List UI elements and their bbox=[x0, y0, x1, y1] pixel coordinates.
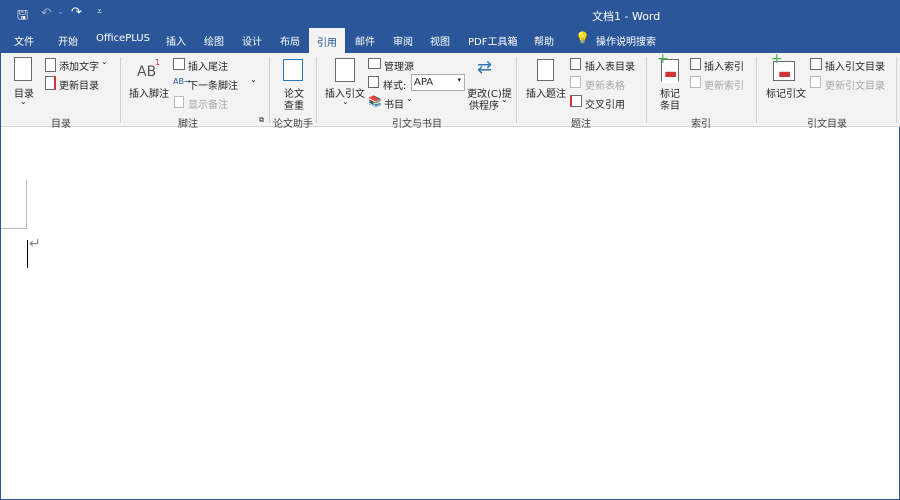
divider bbox=[646, 57, 647, 123]
mark-citation-button[interactable]: 标记引文 bbox=[766, 85, 806, 100]
divider bbox=[896, 57, 897, 123]
plus-icon: + bbox=[657, 51, 669, 67]
insert-caption-button[interactable]: 插入题注 bbox=[526, 85, 566, 100]
tab-help[interactable]: 帮助 bbox=[534, 33, 554, 48]
chevron-down-icon: ⌄ bbox=[406, 94, 413, 103]
paper-check-line2[interactable]: 查重 bbox=[284, 97, 304, 112]
tab-draw[interactable]: 绘图 bbox=[204, 33, 224, 48]
update-toc-icon bbox=[45, 76, 56, 90]
tab-review[interactable]: 审阅 bbox=[393, 33, 413, 48]
paper-check-icon bbox=[283, 59, 303, 81]
margin-mark bbox=[1, 228, 27, 229]
window-title: 文档1 - Word bbox=[592, 10, 661, 23]
add-text-icon bbox=[45, 58, 56, 72]
insert-caption-icon bbox=[537, 59, 554, 81]
style-value: APA bbox=[414, 77, 434, 88]
style-select[interactable]: APA ▾ bbox=[411, 74, 465, 91]
tell-me-search[interactable]: 操作说明搜索 bbox=[596, 33, 656, 48]
margin-mark bbox=[26, 180, 27, 228]
manage-sources-icon bbox=[368, 58, 381, 69]
tab-view[interactable]: 视图 bbox=[430, 33, 450, 48]
tab-file[interactable]: 文件 bbox=[14, 33, 34, 48]
style-icon bbox=[368, 76, 379, 88]
insert-endnote-button[interactable]: 插入尾注 bbox=[188, 58, 228, 73]
add-text-button[interactable]: 添加文字 bbox=[59, 58, 99, 73]
insert-index-button[interactable]: 插入索引 bbox=[704, 58, 744, 73]
divider bbox=[516, 57, 517, 123]
show-notes-button[interactable]: 显示备注 bbox=[188, 96, 228, 111]
undo-icon[interactable]: ↶ bbox=[41, 6, 52, 21]
update-index-button[interactable]: 更新索引 bbox=[704, 77, 744, 92]
update-toa-icon bbox=[810, 76, 821, 88]
tab-home[interactable]: 开始 bbox=[58, 33, 78, 48]
chevron-down-icon: ⌄ bbox=[342, 97, 349, 106]
change-provider-line2[interactable]: 供程序 bbox=[469, 97, 499, 112]
plus-icon: + bbox=[771, 51, 783, 67]
insert-citation-icon bbox=[335, 58, 355, 82]
footnote-superscript: 1 bbox=[155, 58, 161, 67]
lightbulb-icon: 💡 bbox=[575, 31, 590, 45]
update-index-icon bbox=[690, 76, 701, 88]
chevron-down-icon: ⌄ bbox=[20, 97, 27, 106]
redo-icon[interactable]: ↷ bbox=[71, 5, 82, 20]
tab-design[interactable]: 设计 bbox=[242, 33, 262, 48]
dialog-launcher-icon[interactable]: ⧉ bbox=[259, 116, 264, 125]
divider bbox=[756, 57, 757, 123]
cross-reference-button[interactable]: 交叉引用 bbox=[585, 96, 625, 111]
tab-layout[interactable]: 布局 bbox=[280, 33, 300, 48]
change-provider-icon: ⇄ bbox=[477, 57, 493, 78]
save-icon[interactable]: 🖫 bbox=[17, 6, 28, 28]
insert-table-of-figures-button[interactable]: 插入表目录 bbox=[585, 58, 635, 73]
bibliography-button[interactable]: 书目 bbox=[384, 96, 404, 111]
insert-tof-icon bbox=[570, 58, 581, 70]
insert-index-icon bbox=[690, 58, 701, 70]
ribbon-tabs: 文件 开始 OfficePLUS 插入 绘图 设计 布局 引用 邮件 审阅 视图… bbox=[1, 28, 900, 53]
tab-references[interactable]: 引用 bbox=[309, 28, 345, 53]
tab-mailings[interactable]: 邮件 bbox=[355, 33, 375, 48]
update-table-icon bbox=[570, 76, 581, 88]
paragraph-mark-icon: ↵ bbox=[29, 236, 41, 252]
insert-toa-icon bbox=[810, 58, 822, 70]
insert-footnote-icon: AB bbox=[137, 64, 157, 80]
bibliography-icon: 📚 bbox=[368, 95, 382, 108]
show-notes-icon bbox=[174, 96, 184, 108]
chevron-down-icon[interactable]: ⌄ bbox=[250, 75, 257, 84]
next-footnote-button[interactable]: 下一条脚注 bbox=[188, 77, 238, 92]
insert-footnote-button[interactable]: 插入脚注 bbox=[129, 85, 169, 100]
style-label: 样式: bbox=[383, 81, 407, 92]
title-bar: 🖫 ↶ ⌄ ↷ ⩡ 文档1 - Word bbox=[1, 1, 900, 28]
undo-dropdown-icon[interactable]: ⌄ bbox=[57, 7, 64, 16]
divider bbox=[120, 57, 121, 123]
update-toc-button[interactable]: 更新目录 bbox=[59, 77, 99, 92]
divider bbox=[269, 57, 270, 123]
tab-officeplus[interactable]: OfficePLUS bbox=[96, 33, 150, 44]
insert-endnote-icon bbox=[173, 58, 185, 70]
document-canvas[interactable]: ↵ bbox=[1, 128, 899, 499]
divider bbox=[316, 57, 317, 123]
customize-icon[interactable]: ⩡ bbox=[97, 7, 102, 17]
chevron-down-icon: ⌄ bbox=[101, 57, 108, 66]
chevron-down-icon: ⌄ bbox=[501, 95, 508, 104]
cross-reference-icon bbox=[570, 95, 582, 107]
manage-sources-button[interactable]: 管理源 bbox=[384, 58, 414, 73]
insert-toa-button[interactable]: 插入引文目录 bbox=[825, 58, 885, 73]
tab-insert[interactable]: 插入 bbox=[166, 33, 186, 48]
mark-entry-line2[interactable]: 条目 bbox=[660, 97, 680, 112]
tab-pdf-tools[interactable]: PDF工具箱 bbox=[468, 33, 517, 48]
update-table-button[interactable]: 更新表格 bbox=[585, 77, 625, 92]
text-cursor bbox=[27, 240, 28, 268]
toc-icon bbox=[14, 57, 32, 81]
dropdown-arrow-icon: ▾ bbox=[457, 76, 461, 84]
ribbon: 目录 ⌄ 添加文字 ⌄ 更新目录 目录 AB 1 插入脚注 插入尾注 AB→ 下… bbox=[1, 51, 900, 130]
update-toa-button[interactable]: 更新引文目录 bbox=[825, 77, 885, 92]
